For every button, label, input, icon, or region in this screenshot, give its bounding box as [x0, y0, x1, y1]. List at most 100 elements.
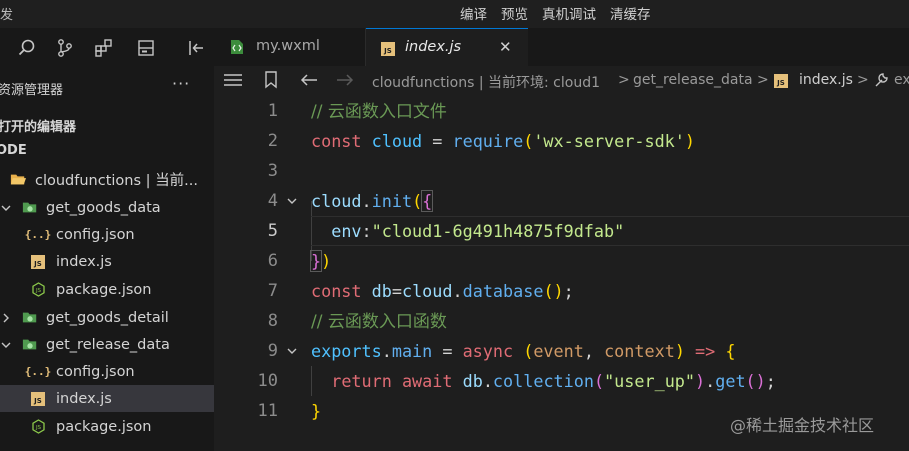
code-line[interactable]: 7 const db=cloud.database();	[214, 276, 909, 306]
js-file-icon: JS	[30, 254, 46, 270]
source-control-icon[interactable]	[54, 37, 76, 59]
tab-index-js[interactable]: JS index.js ✕	[366, 28, 528, 66]
code-line[interactable]: 4 cloud.init({	[214, 186, 909, 216]
workspace-root[interactable]: ODE	[0, 143, 27, 158]
code-line[interactable]: 1 // 云函数入口文件	[214, 96, 909, 126]
tree-item-cloudfunctions[interactable]: cloudfunctions | 当前...	[0, 166, 214, 193]
forward-arrow-icon[interactable]	[336, 73, 354, 91]
code-function: require	[452, 131, 524, 151]
breadcrumb-separator: >	[757, 72, 769, 88]
tree-item-index-js[interactable]: JS index.js	[0, 248, 214, 275]
explorer-title: 资源管理器	[0, 83, 64, 98]
preview-button[interactable]: 预览	[501, 3, 528, 23]
toolbar-menu: 编译 预览 真机调试 清缓存	[460, 3, 651, 23]
tree-item-get-release-data[interactable]: get_release_data	[0, 331, 214, 358]
breadcrumb: cloudfunctions | 当前环境: cloud1 > get_rele…	[214, 66, 909, 96]
node-file-icon: JS	[30, 282, 46, 298]
code-editor[interactable]: 1 // 云函数入口文件 2 const cloud = require('wx…	[214, 96, 909, 451]
code-line-current[interactable]: 5 env:"cloud1-6g491h4875f9dfab"	[214, 216, 909, 246]
svg-text:JS: JS	[34, 288, 41, 294]
code-string: "cloud1-6g491h4875f9dfab"	[371, 221, 625, 241]
tree-item-config-json[interactable]: {..} config.json	[0, 221, 214, 248]
svg-text:JS: JS	[776, 79, 785, 87]
tree-item-label: index.js	[56, 390, 112, 407]
explorer-sidebar: 资源管理器 ··· 打开的编辑器 ODE cloudfunctions | 当前…	[0, 28, 214, 451]
open-editors-section[interactable]: 打开的编辑器	[0, 116, 76, 135]
chevron-down-icon	[0, 331, 12, 358]
breadcrumb-symbol[interactable]: ex	[894, 72, 909, 88]
debugger-icon[interactable]	[185, 37, 207, 59]
code-arrow: =>	[695, 341, 716, 361]
tree-item-package-json[interactable]: JS package.json	[0, 276, 214, 303]
tree-item-label: get_goods_data	[46, 199, 161, 216]
breadcrumb-index-js[interactable]: index.js	[799, 72, 853, 88]
code-line[interactable]: 9 exports.main = async (event, context) …	[214, 336, 909, 366]
fold-chevron-icon[interactable]	[284, 186, 300, 216]
watermark: @稀土掘金技术社区	[730, 416, 875, 435]
clear-cache-button[interactable]: 清缓存	[610, 3, 651, 23]
code-line[interactable]: 10 return await db.collection("user_up")…	[214, 366, 909, 396]
code-line[interactable]: 2 const cloud = require('wx-server-sdk')	[214, 126, 909, 156]
code-string: "user_up"	[604, 371, 696, 391]
code-keyword: const	[311, 281, 362, 301]
compile-button[interactable]: 编译	[460, 3, 487, 23]
extensions-icon[interactable]	[93, 37, 115, 59]
tree-item-label: package.json	[56, 418, 152, 435]
tree-item-label: package.json	[56, 281, 152, 298]
js-file-icon: JS	[30, 391, 46, 407]
code-function: get	[715, 371, 746, 391]
code-comment: // 云函数入口文件	[311, 102, 447, 122]
js-file-icon: JS	[774, 74, 788, 92]
tree-item-label: cloudfunctions | 当前...	[35, 173, 198, 189]
code-line[interactable]: 8 // 云函数入口函数	[214, 306, 909, 336]
storage-icon[interactable]	[135, 37, 157, 59]
code-line[interactable]: 3	[214, 156, 909, 186]
breadcrumb-get-release-data[interactable]: get_release_data	[633, 72, 753, 88]
chevron-down-icon	[0, 194, 12, 221]
app-title: 发	[0, 8, 14, 23]
code-line[interactable]: 6 })	[214, 246, 909, 276]
back-arrow-icon[interactable]	[300, 73, 318, 91]
bookmark-icon[interactable]	[264, 71, 278, 93]
cloud-folder-icon	[22, 337, 38, 353]
code-function: init	[371, 191, 413, 211]
tree-item-config-json[interactable]: {..} config.json	[0, 358, 214, 385]
json-file-icon: {..}	[24, 365, 52, 378]
line-number: 1	[267, 101, 278, 121]
remote-debug-button[interactable]: 真机调试	[542, 3, 596, 23]
tab-label: index.js	[405, 39, 462, 55]
breadcrumb-separator: >	[857, 72, 869, 88]
line-number: 3	[267, 161, 278, 181]
tab-my-wxml[interactable]: my.wxml	[214, 28, 366, 66]
code-keyword: return	[331, 371, 392, 391]
tree-item-label: get_goods_detail	[46, 309, 169, 326]
svg-text:JS: JS	[34, 425, 41, 431]
tree-item-get-goods-data[interactable]: get_goods_data	[0, 194, 214, 221]
tab-label: my.wxml	[256, 38, 320, 54]
code-parameter: context	[604, 341, 675, 361]
fold-chevron-icon[interactable]	[284, 336, 300, 366]
code-object: exports	[311, 341, 382, 361]
activity-bar	[0, 28, 214, 68]
json-file-icon: {..}	[24, 228, 52, 241]
svg-text:JS: JS	[33, 260, 42, 268]
code-variable: db	[462, 371, 483, 391]
code-variable: db	[371, 281, 392, 301]
tree-item-package-json[interactable]: JS package.json	[0, 413, 214, 440]
tree-item-label: config.json	[56, 226, 135, 243]
code-keyword: async	[462, 341, 514, 361]
code-comment: // 云函数入口函数	[311, 312, 447, 332]
more-actions-icon[interactable]: ···	[172, 74, 190, 93]
code-property: env	[331, 221, 362, 241]
tree-item-get-goods-detail[interactable]: get_goods_detail	[0, 304, 214, 331]
code-object: cloud	[311, 191, 362, 211]
tree-item-label: config.json	[56, 363, 135, 380]
line-number: 4	[267, 191, 278, 211]
cloud-folder-icon	[22, 310, 38, 326]
breadcrumb-cloudfunctions[interactable]: cloudfunctions | 当前环境: cloud1	[372, 72, 600, 92]
list-icon[interactable]	[224, 73, 242, 91]
close-icon[interactable]: ✕	[499, 38, 512, 56]
search-icon[interactable]	[16, 37, 38, 59]
js-file-icon: JS	[381, 41, 395, 60]
tree-item-index-js-selected[interactable]: JS index.js	[0, 385, 214, 412]
